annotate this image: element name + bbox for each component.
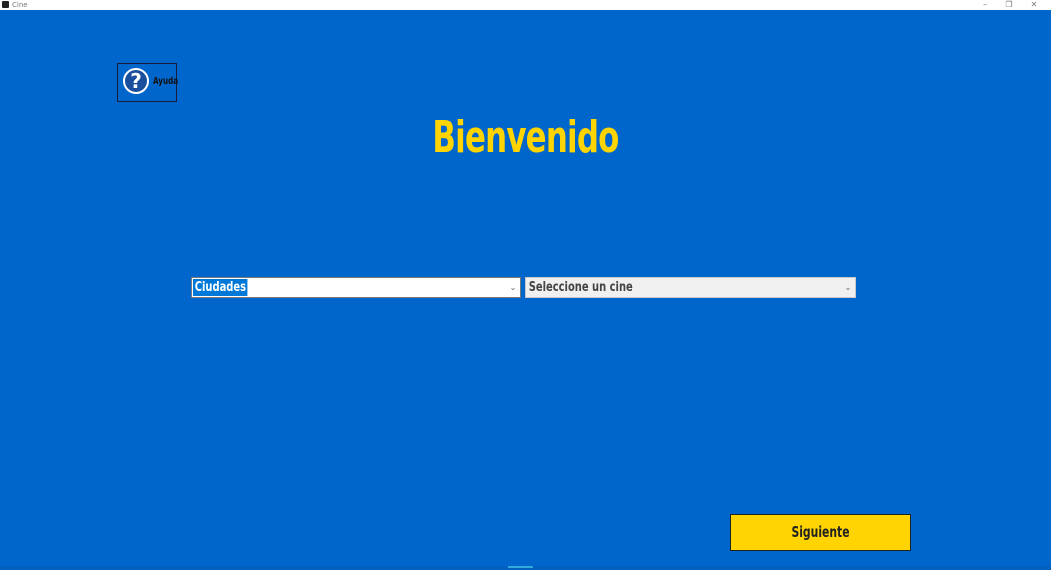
- city-dropdown-value: Ciudades: [193, 279, 248, 296]
- window-title: Cine: [12, 1, 28, 9]
- taskbar-indicator: [508, 566, 533, 568]
- help-label: Ayuda: [153, 76, 179, 87]
- welcome-title: Bienvenido: [432, 112, 619, 163]
- help-button[interactable]: ? Ayuda: [117, 63, 179, 102]
- app-camera-icon: [2, 1, 9, 8]
- restore-button[interactable]: ❐: [999, 0, 1019, 10]
- close-button[interactable]: ✕: [1024, 0, 1044, 10]
- cinema-dropdown[interactable]: Seleccione un cine ⌄: [525, 277, 856, 298]
- minimize-button[interactable]: –: [975, 0, 995, 10]
- cinema-dropdown-value: Seleccione un cine: [528, 280, 633, 295]
- window-titlebar[interactable]: Cine – ❐ ✕: [0, 0, 1051, 10]
- chevron-down-icon[interactable]: ⌄: [843, 279, 853, 296]
- help-question-icon: ?: [123, 68, 149, 94]
- chevron-down-icon[interactable]: ⌄: [508, 279, 518, 296]
- next-button[interactable]: Siguiente: [730, 514, 911, 551]
- city-dropdown[interactable]: Ciudades ⌄: [191, 277, 521, 298]
- next-button-label: Siguiente: [791, 523, 850, 541]
